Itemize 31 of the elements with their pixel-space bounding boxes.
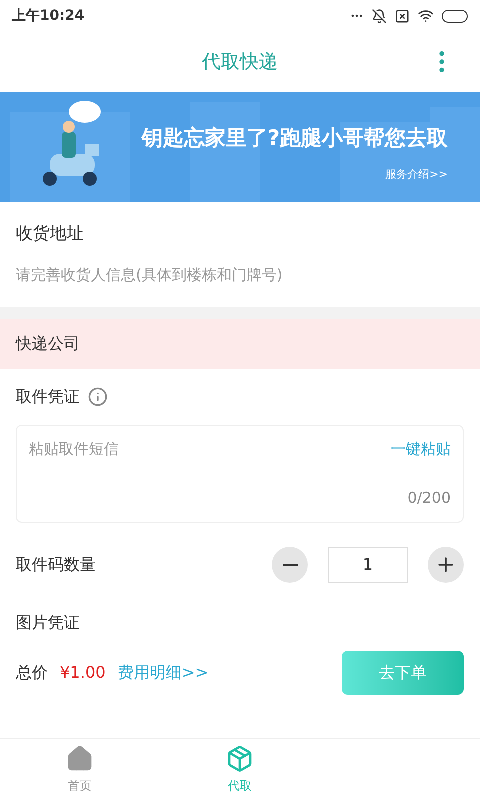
battery-icon — [442, 10, 468, 22]
address-label: 收货地址 — [16, 223, 85, 246]
tab-item[interactable]: 代取 — [160, 739, 320, 800]
fee-details-link[interactable]: 费用明细>> — [118, 660, 209, 684]
sms-field[interactable]: 粘贴取件短信 一键粘贴 0/200 — [16, 424, 464, 522]
home-icon — [66, 744, 94, 772]
order-button[interactable]: 去下单 — [342, 650, 464, 694]
total-label: 总价 — [16, 662, 48, 684]
quantity-label: 取件码数量 — [16, 554, 96, 576]
quantity-field[interactable]: 1 — [328, 546, 408, 582]
courier-row[interactable]: 快递公司 — [0, 318, 480, 368]
package-icon — [226, 744, 254, 772]
decrease-button[interactable] — [272, 546, 308, 582]
paste-button[interactable]: 一键粘贴 — [391, 438, 451, 460]
bell-off-icon — [372, 8, 387, 24]
sms-placeholder: 粘贴取件短信 — [29, 438, 119, 460]
minus-icon — [282, 564, 298, 566]
address-field[interactable]: 请完善收货人信息(具体到楼栋和门牌号) — [16, 264, 464, 286]
proof-label: 取件凭证 — [16, 386, 80, 408]
service-intro-link[interactable]: 服务介绍>> — [386, 166, 448, 183]
increase-button[interactable] — [428, 546, 464, 582]
total-price: ¥1.00 — [60, 662, 106, 684]
status-time: 上午10:24 — [12, 6, 85, 26]
wifi-icon — [418, 8, 434, 24]
images-label: 图片凭证 — [16, 612, 81, 634]
sim-icon — [395, 8, 410, 24]
char-counter: 0/200 — [408, 488, 451, 509]
page-title: 代取快递 — [202, 50, 278, 75]
info-icon[interactable] — [88, 386, 108, 406]
tab-item[interactable]: 首页 — [0, 739, 160, 800]
banner-headline: 钥匙忘家里了?跑腿小哥帮您去取 — [142, 125, 448, 152]
